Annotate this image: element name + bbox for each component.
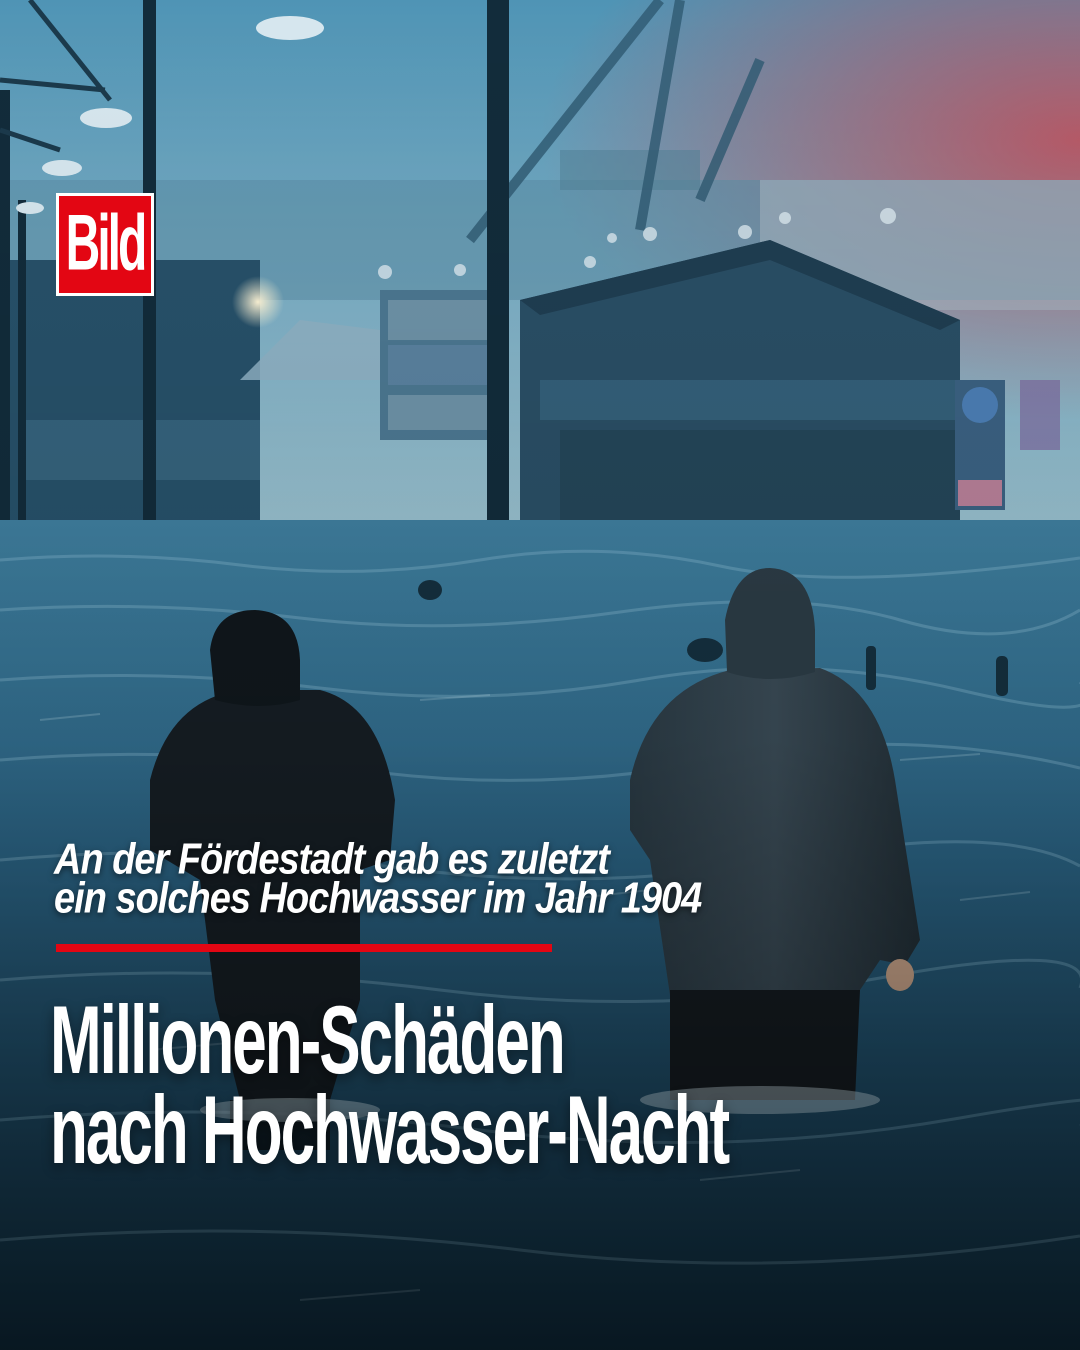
red-divider [56,944,552,952]
bild-logo: Bild [56,193,154,296]
logo-text: Bild [65,199,148,288]
post-card: Bild An der Fördestadt gab es zuletzt ei… [0,0,1080,1350]
headline: Millionen-Schäden nach Hochwasser-Nacht [50,972,1060,1185]
kicker-line-2: ein solches Hochwasser im Jahr 1904 [54,874,702,923]
headline-line-2: nach Hochwasser-Nacht [50,1077,730,1185]
kicker: An der Fördestadt gab es zuletzt ein sol… [54,837,1034,921]
